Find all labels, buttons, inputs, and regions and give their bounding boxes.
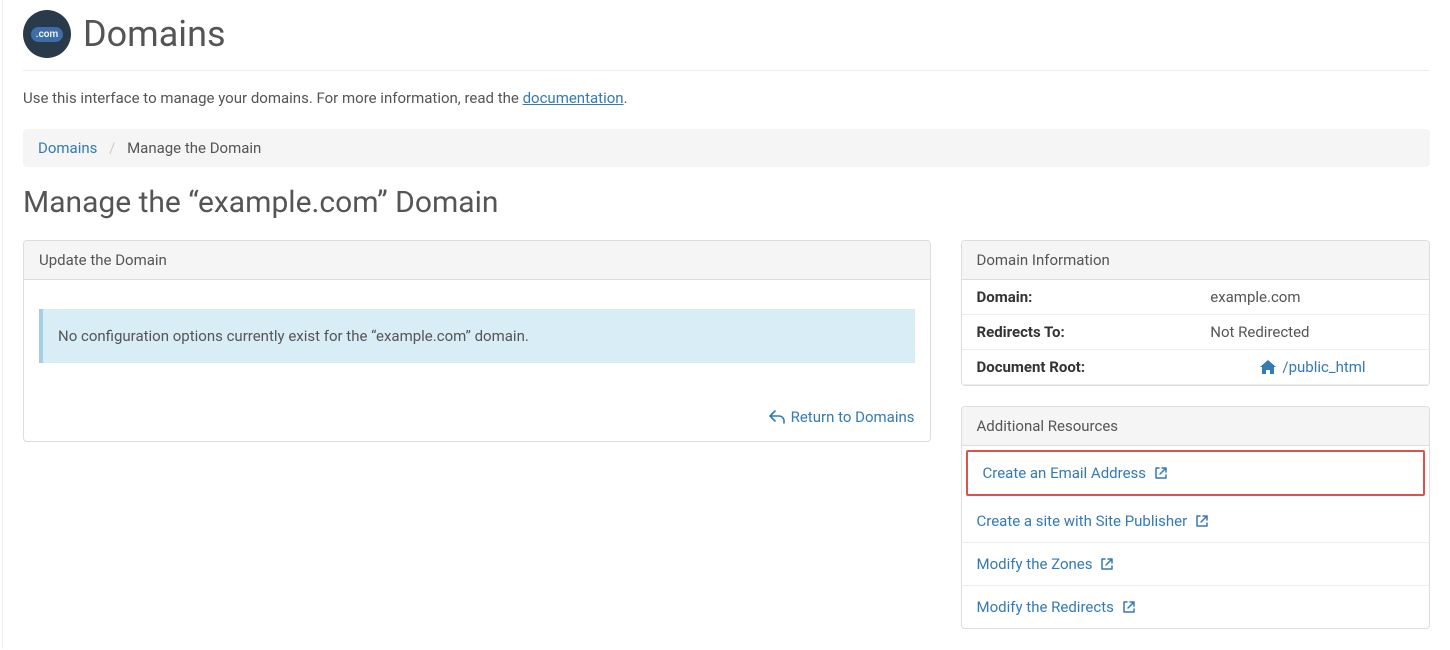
breadcrumb-root-link[interactable]: Domains: [38, 139, 97, 157]
table-row: Document Root: /public_html: [962, 350, 1430, 385]
resource-label: Modify the Zones: [977, 555, 1093, 573]
domains-icon: .com: [23, 10, 71, 58]
breadcrumb-separator: /: [109, 139, 115, 157]
return-arrow-icon: [769, 410, 785, 424]
document-root-link[interactable]: /public_html: [1259, 358, 1366, 376]
no-config-alert: No configuration options currently exist…: [39, 309, 915, 363]
resource-site-publisher[interactable]: Create a site with Site Publisher: [962, 500, 1430, 543]
redirects-label: Redirects To:: [962, 315, 1196, 350]
intro-suffix: .: [624, 89, 628, 107]
additional-resources-heading: Additional Resources: [962, 407, 1430, 446]
resource-label: Create a site with Site Publisher: [977, 512, 1188, 530]
table-row: Redirects To: Not Redirected: [962, 315, 1430, 350]
update-domain-heading: Update the Domain: [24, 241, 930, 280]
return-to-domains-link[interactable]: Return to Domains: [24, 398, 930, 441]
resource-modify-redirects[interactable]: Modify the Redirects: [962, 586, 1430, 628]
domains-icon-label: .com: [31, 27, 63, 42]
breadcrumb-current: Manage the Domain: [127, 139, 261, 157]
docroot-label: Document Root:: [962, 350, 1196, 385]
domain-value: example.com: [1195, 280, 1429, 315]
page-title: Domains: [83, 13, 226, 55]
domain-info-table: Domain: example.com Redirects To: Not Re…: [962, 280, 1430, 385]
breadcrumb: Domains / Manage the Domain: [23, 129, 1430, 167]
page-header: .com Domains: [23, 0, 1430, 71]
return-to-domains-label: Return to Domains: [791, 408, 915, 426]
redirects-value: Not Redirected: [1195, 315, 1429, 350]
resource-label: Modify the Redirects: [977, 598, 1114, 616]
resource-create-email[interactable]: Create an Email Address: [966, 450, 1426, 496]
update-domain-panel: Update the Domain No configuration optio…: [23, 240, 931, 442]
domain-info-panel: Domain Information Domain: example.com R…: [961, 240, 1431, 386]
document-root-value: /public_html: [1282, 358, 1365, 376]
resource-label: Create an Email Address: [983, 464, 1147, 482]
additional-resources-panel: Additional Resources Create an Email Add…: [961, 406, 1431, 629]
external-link-icon: [1195, 514, 1209, 528]
section-title: Manage the “example.com” Domain: [23, 185, 1430, 220]
table-row: Domain: example.com: [962, 280, 1430, 315]
external-link-icon: [1100, 557, 1114, 571]
intro-text: Use this interface to manage your domain…: [23, 89, 1430, 107]
resource-modify-zones[interactable]: Modify the Zones: [962, 543, 1430, 586]
domain-info-heading: Domain Information: [962, 241, 1430, 280]
documentation-link[interactable]: documentation: [523, 89, 624, 107]
external-link-icon: [1122, 600, 1136, 614]
home-icon: [1259, 359, 1277, 375]
domain-label: Domain:: [962, 280, 1196, 315]
intro-prefix: Use this interface to manage your domain…: [23, 89, 523, 107]
external-link-icon: [1154, 466, 1168, 480]
